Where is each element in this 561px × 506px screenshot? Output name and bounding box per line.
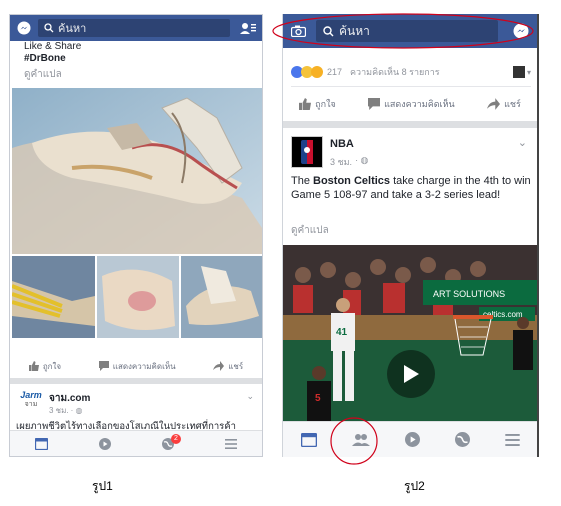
search-placeholder: ค้นหา xyxy=(58,23,87,35)
play-icon xyxy=(402,364,420,384)
globe-small-icon: · ◍ xyxy=(70,406,83,415)
comment-icon xyxy=(98,361,109,371)
messenger-icon[interactable] xyxy=(513,23,529,39)
post-text-start: The xyxy=(291,175,314,187)
like-button[interactable]: ถูกใจ xyxy=(299,97,336,111)
reactions-count[interactable]: 217 xyxy=(327,67,342,77)
post-main-image[interactable] xyxy=(12,88,262,254)
notification-badge: 2 xyxy=(170,433,181,444)
translate-link[interactable]: ดูคำแปล xyxy=(291,223,329,238)
post-time: 3 ชม. xyxy=(49,406,69,415)
bottom-nav xyxy=(283,421,537,457)
top-bar: ค้นหา xyxy=(283,14,537,48)
dropdown-arrow-icon[interactable]: ▾ xyxy=(527,68,531,77)
menu-hamburger-icon[interactable] xyxy=(224,438,237,449)
comment-label: แสดงความคิดเห็น xyxy=(112,361,176,371)
search-icon xyxy=(44,23,54,33)
friend-requests-icon[interactable] xyxy=(351,433,370,447)
chevron-down-icon[interactable]: ⌄ xyxy=(246,391,254,402)
top-bar: ค้นหา xyxy=(10,15,262,41)
next-post: Jarm จาม จาม.com 3 ชม. · ◍ ⌄ เผยภาพชีวิต… xyxy=(16,389,258,433)
post-meta: 3 ชม. · ◍ xyxy=(330,155,368,169)
comment-button[interactable]: แสดงความคิดเห็น xyxy=(368,97,455,111)
reactions-row: 217 ความคิดเห็น 8 รายการ ▾ xyxy=(291,64,531,80)
search-input[interactable]: ค้นหา xyxy=(316,20,498,42)
post-thumbnail-2[interactable] xyxy=(97,256,179,338)
thumbs-up-icon xyxy=(299,98,312,110)
share-label: แชร์ xyxy=(504,99,521,109)
search-placeholder: ค้นหา xyxy=(339,23,370,38)
feed-divider xyxy=(283,121,537,128)
post-body-text: The Boston Celtics take charge in the 4t… xyxy=(291,174,536,202)
player-number: 41 xyxy=(336,327,348,338)
translate-link[interactable]: ดูคำแปล xyxy=(24,67,81,82)
friend-list-icon[interactable] xyxy=(240,22,256,35)
video-play-icon[interactable] xyxy=(404,432,420,447)
logo-sub: จาม xyxy=(24,401,38,408)
globe-small-icon: · ◍ xyxy=(355,155,369,165)
video-play-icon[interactable] xyxy=(99,437,112,450)
reaction-emojis-icon[interactable] xyxy=(291,66,323,78)
comments-count[interactable]: ความคิดเห็น 8 รายการ xyxy=(350,65,440,79)
thumbs-up-icon xyxy=(28,361,39,371)
search-input[interactable]: ค้นหา xyxy=(38,19,230,37)
share-button[interactable]: แชร์ xyxy=(487,97,521,111)
share-label: แชร์ xyxy=(228,361,244,371)
logo-text: Jarm xyxy=(20,390,42,400)
post-hashtag[interactable]: #DrBone xyxy=(24,53,81,64)
comment-label: แสดงความคิดเห็น xyxy=(384,99,455,109)
post-thumbnail-1[interactable] xyxy=(11,256,95,338)
arena-banner-text: ART SOLUTIONS xyxy=(433,289,505,299)
post-text-line: Like & Share xyxy=(24,41,82,52)
caption-left: รูป1 xyxy=(92,479,113,493)
notifications-globe-icon[interactable] xyxy=(454,432,470,447)
comment-icon xyxy=(368,98,381,110)
divider-line xyxy=(291,86,531,87)
notifications-globe-icon[interactable]: 2 xyxy=(161,433,181,450)
share-arrow-icon xyxy=(487,98,501,110)
caption-right: รูป2 xyxy=(404,479,425,493)
camera-icon[interactable] xyxy=(291,25,306,37)
menu-hamburger-icon[interactable] xyxy=(504,433,520,446)
like-label: ถูกใจ xyxy=(42,361,62,371)
like-label: ถูกใจ xyxy=(315,99,336,109)
post-text-team[interactable]: Boston Celtics xyxy=(313,175,390,187)
comment-button[interactable]: แสดงความคิดเห็น xyxy=(98,360,176,373)
post-text: Like & Share #DrBone ดูคำแปล xyxy=(24,41,81,82)
page-name[interactable]: NBA xyxy=(330,138,354,150)
messenger-icon[interactable] xyxy=(16,20,32,36)
post-video[interactable]: ART SOLUTIONS celtics.com 41 5 xyxy=(283,245,537,421)
chevron-down-icon[interactable]: ⌄ xyxy=(518,136,527,149)
phone-screenshot-2: ค้นหา 217 ความคิดเห็น 8 รายการ ▾ ถูกใจ แ… xyxy=(282,14,539,457)
post-actions: ถูกใจ แสดงความคิดเห็น แชร์ xyxy=(283,94,537,114)
nba-logo-avatar[interactable] xyxy=(291,136,323,168)
post-time: 3 ชม. xyxy=(330,157,353,167)
post-meta: 3 ชม. · ◍ xyxy=(49,404,82,417)
phone-screenshot-1: ค้นหา Like & Share #DrBone ดูคำแปล ถูกใจ… xyxy=(9,14,263,457)
page-logo[interactable]: Jarm จาม xyxy=(16,391,46,409)
play-button[interactable] xyxy=(387,350,435,398)
post-thumbnail-3[interactable] xyxy=(181,256,262,338)
bottom-nav: 2 xyxy=(10,430,262,456)
news-feed-icon[interactable] xyxy=(300,432,317,447)
like-button[interactable]: ถูกใจ xyxy=(28,360,62,373)
viewer-avatar[interactable] xyxy=(512,66,525,78)
front-player-number: 5 xyxy=(315,393,321,404)
search-icon xyxy=(323,25,334,37)
post-actions: ถูกใจ แสดงความคิดเห็น แชร์ xyxy=(10,355,262,377)
news-feed-icon[interactable] xyxy=(35,437,49,450)
feed-divider xyxy=(10,378,262,384)
share-button[interactable]: แชร์ xyxy=(213,360,243,373)
share-arrow-icon xyxy=(213,361,225,371)
